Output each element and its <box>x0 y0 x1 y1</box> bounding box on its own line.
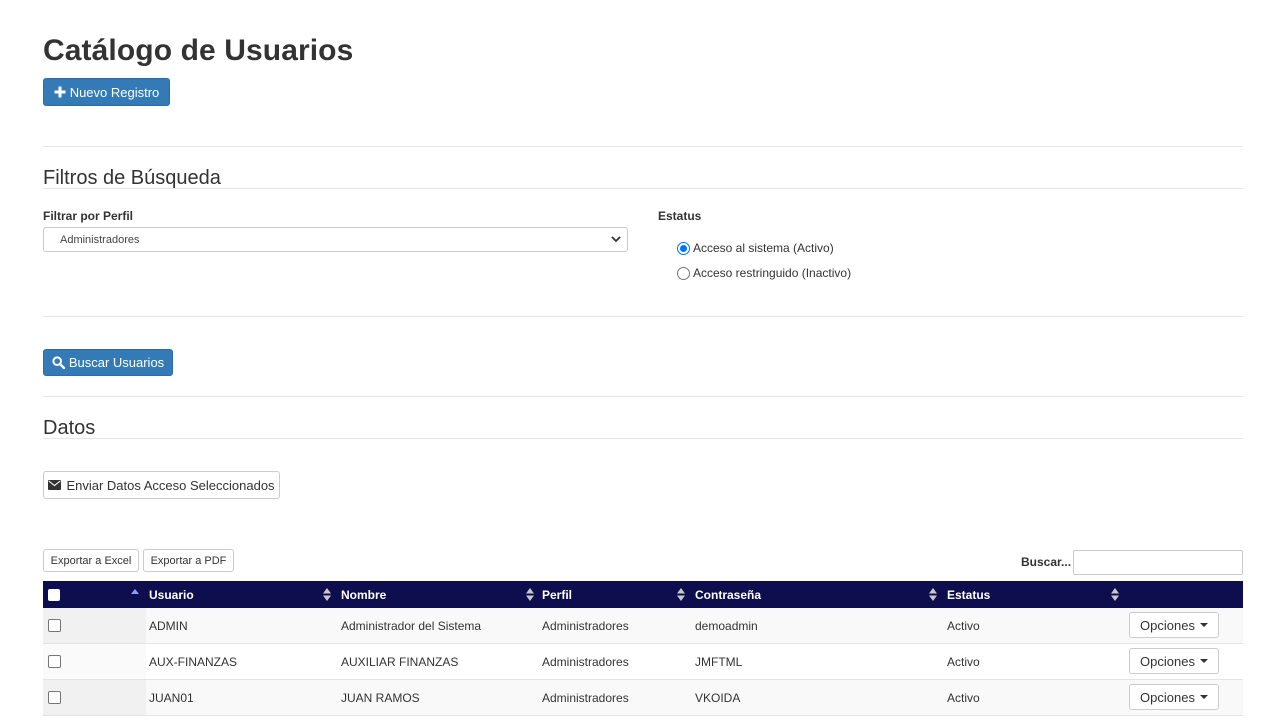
profile-select-value: Administradores <box>60 233 140 246</box>
cell-contrasena: demoadmin <box>695 618 758 633</box>
sort-asc-icon[interactable] <box>131 588 139 601</box>
send-access-data-label: Enviar Datos Acceso Seleccionados <box>66 477 275 493</box>
row-checkbox[interactable] <box>48 619 61 632</box>
cell-usuario: ADMIN <box>149 618 188 633</box>
column-header-estatus[interactable]: Estatus <box>947 581 990 608</box>
status-label: Estatus <box>658 209 702 223</box>
cell-perfil: Administradores <box>542 618 629 633</box>
new-record-label: Nuevo Registro <box>69 84 160 100</box>
cell-usuario: AUX-FINANZAS <box>149 654 238 669</box>
sort-icon[interactable] <box>323 588 331 601</box>
status-option-active-label: Acceso al sistema (Activo) <box>693 241 834 255</box>
plus-icon <box>54 86 66 98</box>
select-all-checkbox[interactable] <box>48 589 60 601</box>
options-label: Opciones <box>1140 653 1195 669</box>
divider <box>43 396 1243 397</box>
row-checkbox[interactable] <box>48 691 61 704</box>
options-label: Opciones <box>1140 617 1195 633</box>
cell-estatus: Activo <box>947 654 980 669</box>
envelope-icon <box>48 480 62 490</box>
column-header-perfil[interactable]: Perfil <box>542 581 572 608</box>
row-checkbox[interactable] <box>48 655 61 668</box>
cell-contrasena: JMFTML <box>695 654 743 669</box>
sort-icon[interactable] <box>929 588 937 601</box>
filters-section-title: Filtros de Búsqueda <box>43 167 221 189</box>
divider <box>43 146 1243 147</box>
export-excel-button[interactable]: Exportar a Excel <box>43 549 139 572</box>
data-section-title: Datos <box>43 417 96 439</box>
send-access-data-button[interactable]: Enviar Datos Acceso Seleccionados <box>43 471 280 499</box>
table-row: ADMIN Administrador del Sistema Administ… <box>43 608 1243 644</box>
sort-icon[interactable] <box>526 588 534 601</box>
export-pdf-button[interactable]: Exportar a PDF <box>143 549 234 572</box>
search-users-label: Buscar Usuarios <box>68 355 165 370</box>
caret-down-icon <box>1199 623 1208 627</box>
cell-usuario: JUAN01 <box>149 690 194 705</box>
options-label: Opciones <box>1140 689 1195 705</box>
profile-select[interactable]: Administradores <box>43 227 628 252</box>
status-option-inactive[interactable]: Acceso restringuido (Inactivo) <box>677 266 851 280</box>
profile-filter-label: Filtrar por Perfil <box>43 209 134 223</box>
cell-perfil: Administradores <box>542 690 629 705</box>
column-header-usuario[interactable]: Usuario <box>149 581 194 608</box>
divider <box>43 188 1243 189</box>
cell-contrasena: VKOIDA <box>695 690 741 705</box>
caret-down-icon <box>1199 695 1208 699</box>
cell-perfil: Administradores <box>542 654 629 669</box>
caret-down-icon <box>1199 659 1208 663</box>
cell-nombre: AUXILIAR FINANZAS <box>341 654 459 669</box>
column-header-nombre[interactable]: Nombre <box>341 581 386 608</box>
cell-nombre: JUAN RAMOS <box>341 690 420 705</box>
divider <box>43 438 1243 439</box>
cell-estatus: Activo <box>947 618 980 633</box>
table-row: AUX-FINANZAS AUXILIAR FINANZAS Administr… <box>43 644 1243 680</box>
page-title: Catálogo de Usuarios <box>43 34 354 67</box>
new-record-button[interactable]: Nuevo Registro <box>43 78 170 106</box>
divider <box>43 316 1243 317</box>
radio-inactive[interactable] <box>677 266 690 280</box>
table-row: JUAN01 JUAN RAMOS Administradores VKOIDA… <box>43 680 1243 716</box>
table-search-label: Buscar... <box>1021 555 1072 569</box>
options-button[interactable]: Opciones <box>1129 648 1219 674</box>
options-button[interactable]: Opciones <box>1129 612 1219 638</box>
search-icon <box>52 356 65 369</box>
sort-icon[interactable] <box>1111 588 1119 601</box>
sort-icon[interactable] <box>677 588 685 601</box>
cell-estatus: Activo <box>947 690 980 705</box>
status-option-active[interactable]: Acceso al sistema (Activo) <box>677 241 834 255</box>
cell-nombre: Administrador del Sistema <box>341 618 482 633</box>
chevron-down-icon <box>611 236 621 243</box>
options-button[interactable]: Opciones <box>1129 684 1219 710</box>
column-header-contrasena[interactable]: Contraseña <box>695 581 761 608</box>
status-option-inactive-label: Acceso restringuido (Inactivo) <box>693 266 852 280</box>
table-header: Usuario Nombre Perfil Contraseña Estatus <box>43 581 1243 608</box>
table-search-input[interactable] <box>1073 550 1243 575</box>
radio-active[interactable] <box>677 241 690 255</box>
search-users-button[interactable]: Buscar Usuarios <box>43 349 173 376</box>
